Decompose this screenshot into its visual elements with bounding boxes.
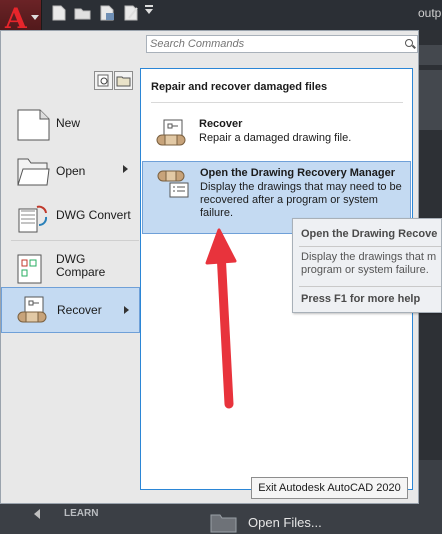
open-files-link[interactable]: Open Files... [248, 515, 322, 530]
submenu-item-drm-description: Display the drawings that may need to be… [200, 181, 402, 219]
menu-item-dwg-convert[interactable]: DWG Convert [1, 193, 140, 239]
tooltip: Open the Drawing Recove Display the draw… [292, 218, 442, 313]
menu-item-recover[interactable]: Recover [1, 287, 140, 333]
menu-item-dwg-convert-label: DWG Convert [56, 208, 131, 222]
menu-item-open[interactable]: Open [1, 147, 140, 193]
new-file-icon[interactable] [50, 4, 68, 22]
submenu-item-recover[interactable]: Recover Repair a damaged drawing file. [142, 113, 411, 157]
ribbon-panel-partial [415, 45, 442, 65]
start-tab-strip: LEARN Open Files... [0, 504, 442, 534]
search-commands-input[interactable] [147, 36, 397, 52]
submenu-item-drm-title: Open the Drawing Recovery Manager [200, 167, 395, 179]
menu-item-recover-label: Recover [57, 303, 102, 317]
chevron-right-icon [123, 165, 128, 173]
menu-separator [11, 240, 139, 241]
open-documents-icon [116, 76, 131, 87]
submenu-item-recover-title: Recover [199, 118, 243, 130]
ribbon-panel-partial [415, 70, 442, 130]
plot-icon[interactable] [122, 4, 140, 22]
tooltip-help-text: Press F1 for more help [301, 293, 421, 305]
quick-access-toolbar: A outpu [0, 0, 442, 40]
tooltip-title: Open the Drawing Recove [301, 228, 438, 240]
learn-tab[interactable]: LEARN [64, 508, 98, 519]
new-document-icon [17, 109, 50, 141]
exit-autocad-button[interactable]: Exit Autodesk AutoCAD 2020 [251, 477, 408, 499]
search-icon[interactable] [405, 39, 413, 47]
menu-item-new[interactable]: New [1, 101, 140, 147]
ribbon-tab-partial[interactable]: outpu [418, 6, 442, 20]
search-commands-box[interactable] [146, 35, 418, 53]
submenu-heading: Repair and recover damaged files [151, 81, 328, 93]
drawing-recovery-manager-icon [157, 170, 189, 198]
recover-icon [156, 119, 186, 146]
tooltip-description: Display the drawings that m program or s… [301, 251, 441, 277]
recent-documents-icon [97, 74, 109, 87]
menu-item-new-label: New [56, 116, 81, 130]
open-folder-icon[interactable] [74, 4, 92, 22]
tooltip-separator [299, 286, 441, 287]
back-arrow-icon[interactable] [34, 509, 40, 519]
menu-item-open-label: Open [56, 164, 86, 178]
open-folder-icon [17, 158, 50, 186]
dwg-compare-icon [17, 254, 42, 284]
open-documents-button[interactable] [114, 71, 133, 90]
submenu-item-recover-description: Repair a damaged drawing file. [199, 132, 352, 144]
tooltip-description-line: program or system failure. [301, 264, 429, 276]
open-files-folder-icon [210, 514, 237, 533]
submenu-separator [151, 102, 403, 103]
recover-icon [17, 296, 47, 323]
menu-item-dwg-compare-label: DWG Compare [56, 252, 106, 279]
chevron-down-icon [31, 15, 39, 20]
save-icon[interactable] [98, 4, 116, 22]
tooltip-description-line: Display the drawings that m [301, 251, 437, 263]
recent-documents-button[interactable] [94, 71, 113, 90]
menu-item-dwg-compare[interactable]: DWG Compare [1, 243, 140, 289]
tooltip-separator [299, 246, 441, 247]
dwg-convert-icon [18, 205, 48, 233]
customize-toolbar-chevron-icon[interactable] [145, 5, 153, 14]
chevron-right-icon [124, 306, 129, 314]
